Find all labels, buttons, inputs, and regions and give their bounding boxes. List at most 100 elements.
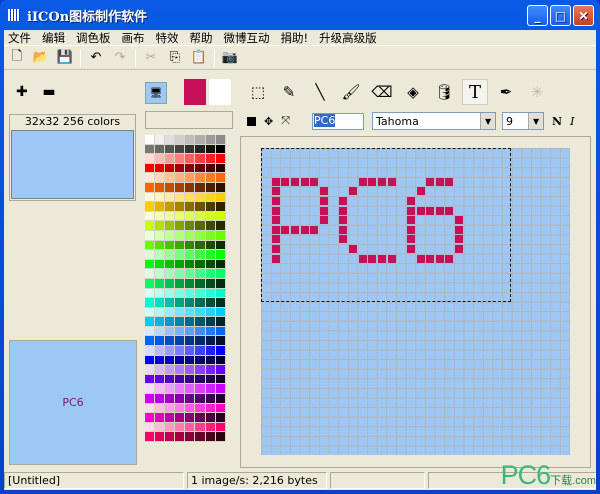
palette-color[interactable]: [145, 259, 156, 270]
palette-color[interactable]: [175, 374, 186, 385]
palette-color[interactable]: [195, 269, 206, 279]
palette-color[interactable]: [145, 230, 156, 241]
palette-color[interactable]: [205, 202, 216, 212]
palette-color[interactable]: [175, 230, 186, 241]
palette-color[interactable]: [165, 230, 176, 241]
palette-color[interactable]: [145, 346, 156, 356]
palette-color[interactable]: [175, 403, 186, 414]
copy-icon[interactable]: ⎘: [166, 49, 184, 67]
palette-color[interactable]: [165, 221, 176, 231]
palette-color[interactable]: [175, 173, 186, 183]
palette-color[interactable]: [185, 173, 196, 183]
palette-color[interactable]: [195, 346, 206, 356]
palette-color[interactable]: [215, 432, 226, 442]
palette-color[interactable]: [165, 432, 176, 442]
line-icon[interactable]: ╲: [307, 79, 333, 105]
palette-color[interactable]: [185, 154, 196, 164]
palette-color[interactable]: [195, 355, 206, 366]
palette-color[interactable]: [215, 250, 226, 260]
palette-color[interactable]: [145, 432, 156, 442]
palette-color[interactable]: [145, 384, 156, 395]
cut-icon[interactable]: ✂: [142, 49, 160, 67]
palette-color[interactable]: [165, 250, 176, 260]
palette-color[interactable]: [185, 394, 196, 404]
palette-color[interactable]: [165, 336, 176, 347]
palette-color[interactable]: [155, 374, 166, 385]
palette-color[interactable]: [205, 365, 216, 375]
palette-color[interactable]: [145, 240, 156, 251]
palette-color[interactable]: [205, 278, 216, 289]
palette-color[interactable]: [195, 173, 206, 183]
palette-color[interactable]: [205, 374, 216, 385]
palette-color[interactable]: [185, 192, 196, 203]
palette-color[interactable]: [175, 163, 186, 174]
palette-color[interactable]: [165, 163, 176, 174]
palette-color[interactable]: [165, 192, 176, 203]
palette-color[interactable]: [195, 202, 206, 212]
background-color-swatch[interactable]: [209, 79, 231, 105]
palette-color[interactable]: [165, 269, 176, 279]
palette-color[interactable]: [215, 394, 226, 404]
palette-color[interactable]: [145, 403, 156, 414]
palette-color[interactable]: [165, 278, 176, 289]
palette-color[interactable]: [205, 173, 216, 183]
palette-color[interactable]: [165, 240, 176, 251]
monitor-icon[interactable]: 🖥: [145, 82, 167, 104]
palette-color[interactable]: [155, 259, 166, 270]
palette-color[interactable]: [185, 259, 196, 270]
menu-item-4[interactable]: 特效: [156, 30, 179, 46]
palette-color[interactable]: [185, 298, 196, 308]
maximize-button[interactable]: □: [550, 5, 571, 26]
palette-color[interactable]: [205, 269, 216, 279]
palette-color[interactable]: [215, 144, 226, 155]
palette-color[interactable]: [145, 173, 156, 183]
palette-color[interactable]: [215, 154, 226, 164]
palette-color[interactable]: [205, 250, 216, 260]
palette-color[interactable]: [165, 374, 176, 385]
palette-color[interactable]: [175, 307, 186, 318]
palette-color[interactable]: [185, 317, 196, 327]
palette-color[interactable]: [155, 326, 166, 337]
palette-color[interactable]: [165, 394, 176, 404]
palette-color[interactable]: [165, 182, 176, 193]
palette-color[interactable]: [215, 135, 226, 145]
minimize-button[interactable]: _: [527, 5, 548, 26]
palette-color[interactable]: [185, 422, 196, 433]
palette-color[interactable]: [205, 230, 216, 241]
palette-color[interactable]: [215, 230, 226, 241]
selection-marquee[interactable]: [261, 148, 511, 302]
palette-color[interactable]: [175, 365, 186, 375]
palette-color[interactable]: [165, 211, 176, 222]
palette-color[interactable]: [185, 384, 196, 395]
palette-color[interactable]: [175, 326, 186, 337]
palette-color[interactable]: [195, 211, 206, 222]
palette-color[interactable]: [205, 346, 216, 356]
palette-color[interactable]: [185, 413, 196, 423]
palette-color[interactable]: [195, 317, 206, 327]
palette-color[interactable]: [165, 307, 176, 318]
palette-color[interactable]: [195, 250, 206, 260]
palette-color[interactable]: [145, 365, 156, 375]
font-select[interactable]: Tahoma ▼: [372, 112, 497, 130]
palette-color[interactable]: [215, 317, 226, 327]
palette-color[interactable]: [175, 355, 186, 366]
palette-color[interactable]: [205, 144, 216, 155]
palette-color[interactable]: [155, 298, 166, 308]
palette-color[interactable]: [155, 307, 166, 318]
palette-color[interactable]: [185, 211, 196, 222]
fill-icon[interactable]: 🛢: [431, 79, 457, 105]
palette-color[interactable]: [215, 346, 226, 356]
eraser-icon[interactable]: ⌫: [369, 79, 395, 105]
palette-color[interactable]: [165, 413, 176, 423]
palette-color[interactable]: [185, 355, 196, 366]
palette-color[interactable]: [175, 240, 186, 251]
menu-item-6[interactable]: 微博互动: [224, 30, 270, 46]
palette-color[interactable]: [145, 144, 156, 155]
palette-color[interactable]: [215, 288, 226, 299]
palette-color[interactable]: [215, 278, 226, 289]
palette-color[interactable]: [175, 346, 186, 356]
palette-color[interactable]: [155, 432, 166, 442]
palette-color[interactable]: [195, 422, 206, 433]
camera-icon[interactable]: 📷: [221, 49, 239, 67]
add-size-icon[interactable]: ✚: [16, 84, 28, 100]
